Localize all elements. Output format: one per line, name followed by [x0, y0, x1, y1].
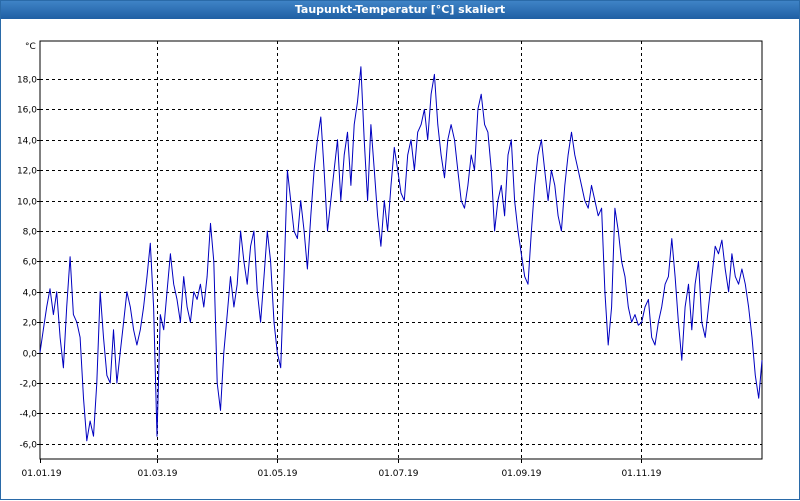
y-tick-label: 2,0: [23, 319, 38, 329]
x-tick-label: 01.03.19: [137, 469, 177, 479]
plot-area: [39, 40, 763, 460]
x-tick-label: 01.01.19: [22, 469, 62, 479]
y-axis-label: °C: [25, 42, 36, 52]
y-tick-label: 18,0: [17, 76, 37, 86]
y-tick-label: -6,0: [19, 441, 37, 451]
line-chart: -6,0 -4,0 -2,0 0,0 2,0 4,0 6,0 8,0 10,0 12,0 14,0 1…: [17, 40, 763, 479]
y-tick-label: 4,0: [23, 289, 38, 299]
x-tick-label: 01.09.19: [501, 469, 541, 479]
y-tick-label: -4,0: [19, 410, 37, 420]
y-tick-label: -2,0: [19, 380, 37, 390]
y-tick-label: 12,0: [17, 167, 37, 177]
x-tick-label: 01.07.19: [378, 469, 418, 479]
y-tick-label: 10,0: [17, 198, 37, 208]
y-tick-label: 8,0: [23, 228, 38, 238]
y-tick-label: 14,0: [17, 137, 37, 147]
x-tick-label: 01.11.19: [621, 469, 661, 479]
x-tick-label: 01.05.19: [257, 469, 297, 479]
chart-window: Taupunkt-Temperatur [°C] skaliert -6,0 -4…: [0, 0, 800, 500]
y-tick-label: 6,0: [23, 258, 38, 268]
y-tick-label: 0,0: [23, 350, 38, 360]
y-tick-label: 16,0: [17, 106, 37, 116]
